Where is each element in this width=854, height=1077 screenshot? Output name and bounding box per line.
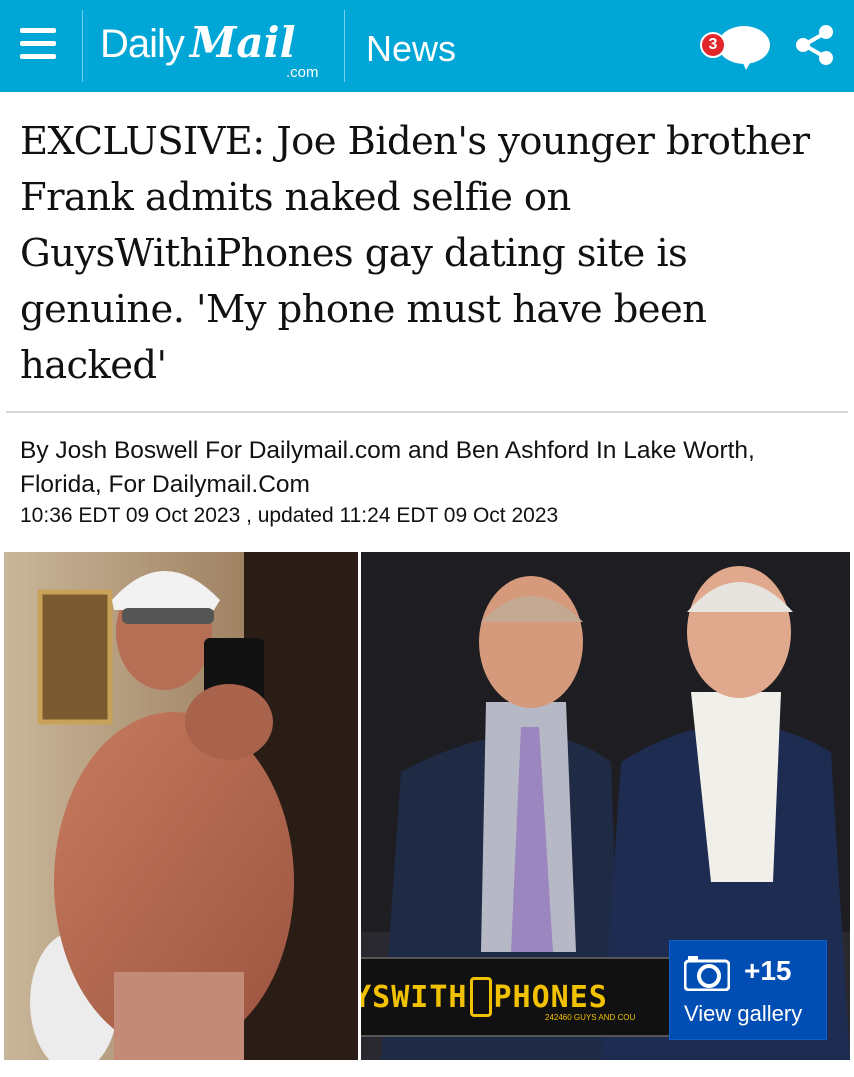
selfie-image [4,552,358,1060]
site-logo[interactable]: Daily Mail .com [100,18,319,82]
share-icon[interactable] [792,22,838,68]
article-byline: By Josh Boswell For Dailymail.com and Be… [20,437,755,498]
divider [344,10,345,82]
overlay-brand-b: PHONES [493,979,608,1015]
divider [82,10,83,82]
overlay-brand-a: GUYSWITH [361,979,468,1015]
top-bar: Daily Mail .com News 3 [0,0,854,92]
article-headline: EXCLUSIVE: Joe Biden's younger brother F… [20,119,810,388]
menu-icon[interactable] [18,24,62,68]
logo-daily: Daily [100,22,185,66]
gallery-label: View gallery [684,1001,803,1026]
comments-button[interactable]: 3 [700,24,774,74]
comment-count-badge: 3 [700,32,726,58]
article-dates: 10:36 EDT 09 Oct 2023 , updated 11:24 ED… [20,504,559,527]
section-label[interactable]: News [366,28,456,70]
phone-outline-icon [469,977,492,1017]
comment-bubble-tail [740,56,754,70]
logo-com: .com [286,64,319,81]
article-photo-selfie[interactable] [4,552,358,1060]
gallery-count: +15 [744,955,792,986]
overlay-small: 242460 GUYS AND COU [545,1013,636,1022]
camera-icon [684,956,730,991]
divider-line [6,411,848,413]
view-gallery-button[interactable]: +15 View gallery [669,940,827,1040]
logo-mail: Mail [189,18,296,67]
